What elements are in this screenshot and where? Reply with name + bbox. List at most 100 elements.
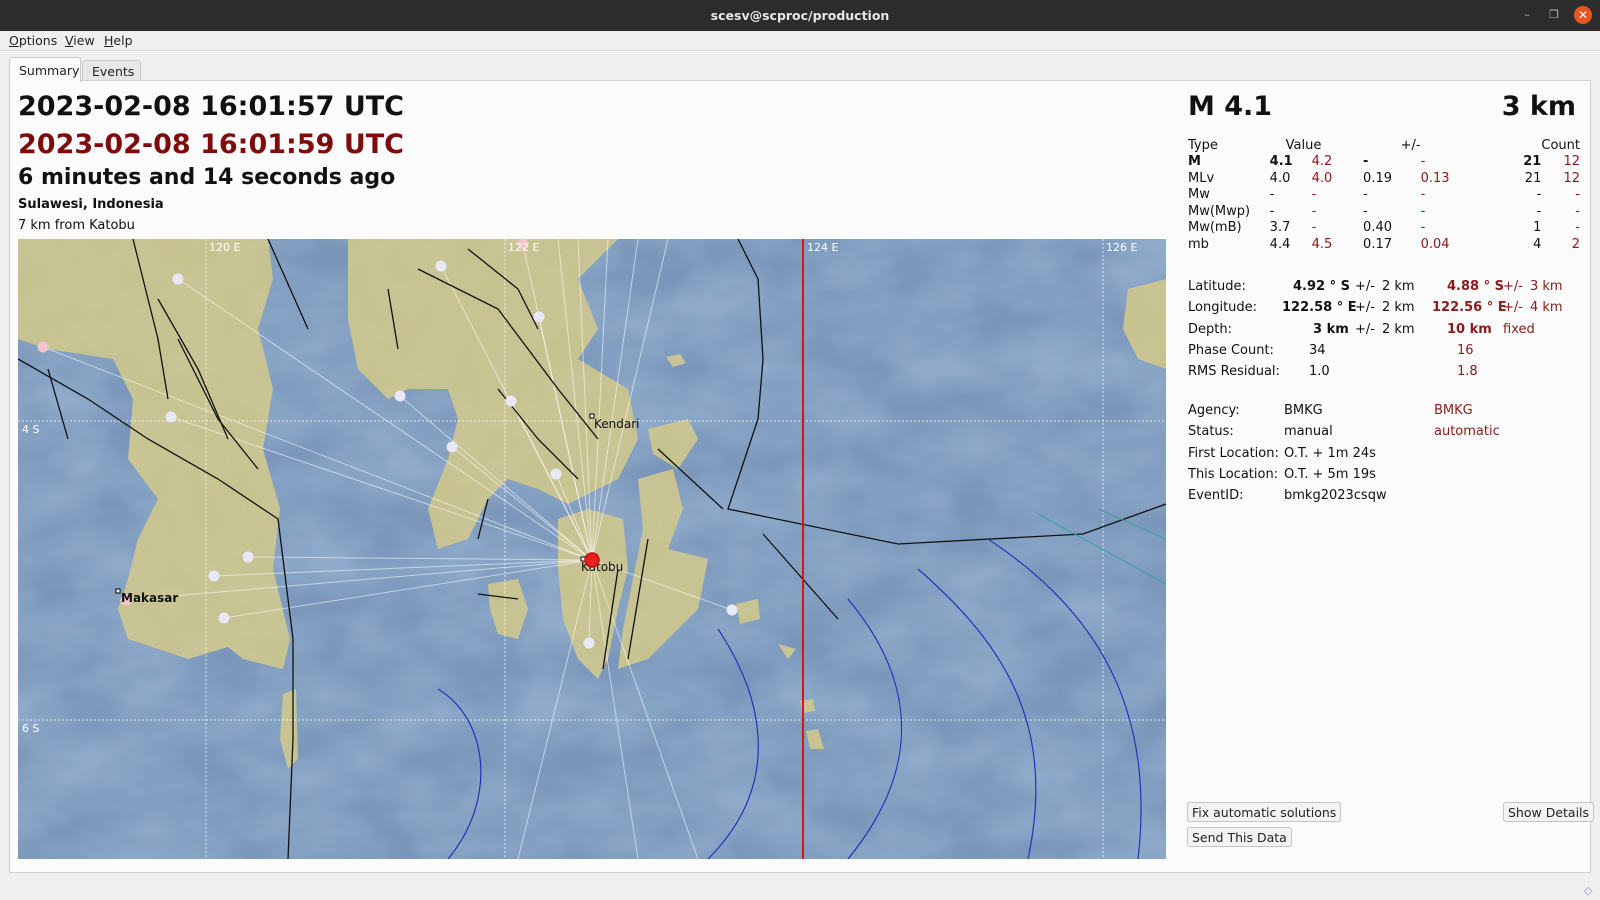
longitude-value: 122.58 ° E — [1282, 300, 1357, 316]
magnitude-count-auto: - — [1575, 187, 1580, 203]
magnitude-row: Mw(mB) 3.7 - 0.40 - 1 - — [1188, 220, 1580, 237]
magnitude-table-header: Type Value +/- Count — [1188, 137, 1580, 154]
menu-help[interactable]: Help — [104, 33, 133, 48]
header-value-text: Value — [1285, 137, 1322, 153]
magnitude-error-auto: - — [1420, 203, 1426, 219]
rms-value: 1.0 — [1309, 364, 1330, 380]
magnitude-error-auto: 0.13 — [1420, 170, 1450, 186]
magnitude-error-auto: - — [1420, 154, 1426, 170]
magnitude-count: 21 — [1523, 154, 1542, 170]
magnitude-count-auto: 2 — [1571, 236, 1580, 252]
menu-options[interactable]: Options — [9, 33, 57, 48]
magnitude-error: 0.19 — [1363, 170, 1392, 186]
close-button[interactable]: ✕ — [1574, 6, 1592, 24]
station-marker — [37, 341, 49, 353]
magnitude-value: 4.0 — [1269, 170, 1291, 186]
magnitude-value-auto: 4.2 — [1311, 154, 1333, 170]
longitude-value-auto: 122.56 ° E — [1432, 300, 1507, 316]
magnitude-count: - — [1536, 203, 1542, 219]
station-marker — [165, 411, 177, 423]
rms-label: RMS Residual: — [1188, 364, 1280, 380]
label-lon-126: 126 E — [1106, 241, 1137, 254]
event-id-label: EventID: — [1188, 488, 1244, 504]
longitude-pm: +/- — [1355, 300, 1375, 316]
resize-grip-icon[interactable]: ◇ — [1584, 884, 1596, 897]
magnitude-headline: M 4.1 — [1188, 91, 1273, 122]
send-this-data-button[interactable]: Send This Data — [1187, 827, 1292, 847]
latitude-error-auto: 3 km — [1530, 279, 1563, 294]
this-location-value: O.T. + 5m 19s — [1284, 466, 1376, 482]
magnitude-type: Mw(mB) — [1188, 220, 1242, 236]
fix-automatic-solutions-button[interactable]: Fix automatic solutions — [1187, 802, 1342, 822]
header-type: Type — [1188, 137, 1218, 153]
epicenter-marker — [584, 552, 600, 568]
tab-events[interactable]: Events — [82, 60, 141, 81]
agency-value-auto: BMKG — [1434, 403, 1473, 418]
header-error-text: +/- — [1400, 137, 1421, 153]
magnitude-table: Type Value +/- Count M 4.1 4.2- -21 12 MLv 4.0… — [1188, 137, 1580, 253]
city-marker-makasar — [115, 588, 121, 594]
header-error: +/- — [1401, 137, 1502, 154]
show-details-button[interactable]: Show Details — [1503, 802, 1595, 822]
magnitude-count-auto: - — [1575, 220, 1580, 236]
longitude-error: 2 km — [1382, 300, 1415, 316]
map-canvas[interactable]: Kendari Katobu Makasar 120 E 122 E 124 E… — [18, 239, 1166, 859]
magnitude-type: Mw(Mwp) — [1188, 203, 1251, 219]
menu-options-label: ptions — [18, 33, 58, 48]
latitude-value-auto: 4.88 ° S — [1447, 279, 1504, 294]
window-title: scesv@scproc/production — [710, 8, 890, 23]
this-location-label: This Location: — [1188, 466, 1279, 482]
rms-value-auto: 1.8 — [1457, 364, 1478, 380]
event-map[interactable]: Kendari Katobu Makasar 120 E 122 E 124 E… — [18, 239, 1166, 859]
first-location-value: O.T. + 1m 24s — [1284, 445, 1376, 461]
title-bar: scesv@scproc/production – ❐ ✕ — [0, 0, 1600, 31]
header-spacer — [1502, 137, 1542, 154]
magnitude-value-auto: - — [1311, 187, 1317, 203]
origin-time-automatic: 2023-02-08 16:01:59 UTC — [18, 129, 404, 160]
latitude-pm-auto: +/- — [1503, 279, 1523, 294]
station-marker — [550, 468, 562, 480]
magnitude-error-auto: 0.04 — [1420, 236, 1450, 252]
station-marker — [435, 260, 447, 272]
city-kendari: Kendari — [594, 417, 640, 431]
station-marker — [394, 390, 406, 402]
magnitude-error: - — [1363, 203, 1368, 219]
magnitude-row: Mw - - - - - - — [1188, 187, 1580, 204]
depth-value-auto: 10 km — [1447, 321, 1492, 337]
depth-error: 2 km — [1382, 321, 1415, 337]
tab-summary[interactable]: Summary — [9, 57, 81, 82]
agency-label: Agency: — [1188, 403, 1240, 418]
agency-value: BMKG — [1284, 403, 1323, 418]
status-value: manual — [1284, 424, 1333, 440]
maximize-button[interactable]: ❐ — [1545, 6, 1563, 24]
station-marker — [218, 612, 230, 624]
magnitude-type: MLv — [1188, 170, 1215, 186]
label-lon-122: 122 E — [508, 241, 539, 254]
magnitude-type: M — [1188, 154, 1201, 170]
header-count: Count — [1541, 137, 1580, 153]
magnitude-count: - — [1536, 187, 1542, 203]
magnitude-count-auto: 12 — [1563, 154, 1580, 170]
magnitude-value-auto: 4.0 — [1311, 170, 1333, 186]
station-marker — [172, 273, 184, 285]
magnitude-error: 0.40 — [1363, 220, 1392, 236]
menu-options-mnemonic: O — [9, 33, 19, 48]
magnitude-row: mb 4.4 4.5 0.17 0.04 4 2 — [1188, 236, 1580, 253]
status-label: Status: — [1188, 424, 1234, 440]
status-value-auto: automatic — [1434, 424, 1500, 440]
magnitude-value: 4.4 — [1269, 236, 1291, 252]
magnitude-count-auto: - — [1575, 203, 1580, 219]
depth-pm: +/- — [1355, 321, 1375, 337]
city-makasar: Makasar — [121, 591, 178, 605]
minimize-button[interactable]: – — [1518, 6, 1536, 24]
magnitude-row: M 4.1 4.2 - - 21 12 — [1188, 154, 1580, 171]
magnitude-error-auto: - — [1420, 187, 1426, 203]
latitude-pm: +/- — [1355, 279, 1375, 294]
magnitude-count: 1 — [1533, 220, 1542, 236]
menu-view[interactable]: View — [65, 33, 95, 48]
station-marker — [533, 311, 545, 323]
menu-help-mnemonic: H — [104, 33, 114, 48]
station-marker — [726, 604, 738, 616]
magnitude-count: 4 — [1533, 236, 1542, 252]
label-lat-6: 6 S — [22, 722, 39, 735]
